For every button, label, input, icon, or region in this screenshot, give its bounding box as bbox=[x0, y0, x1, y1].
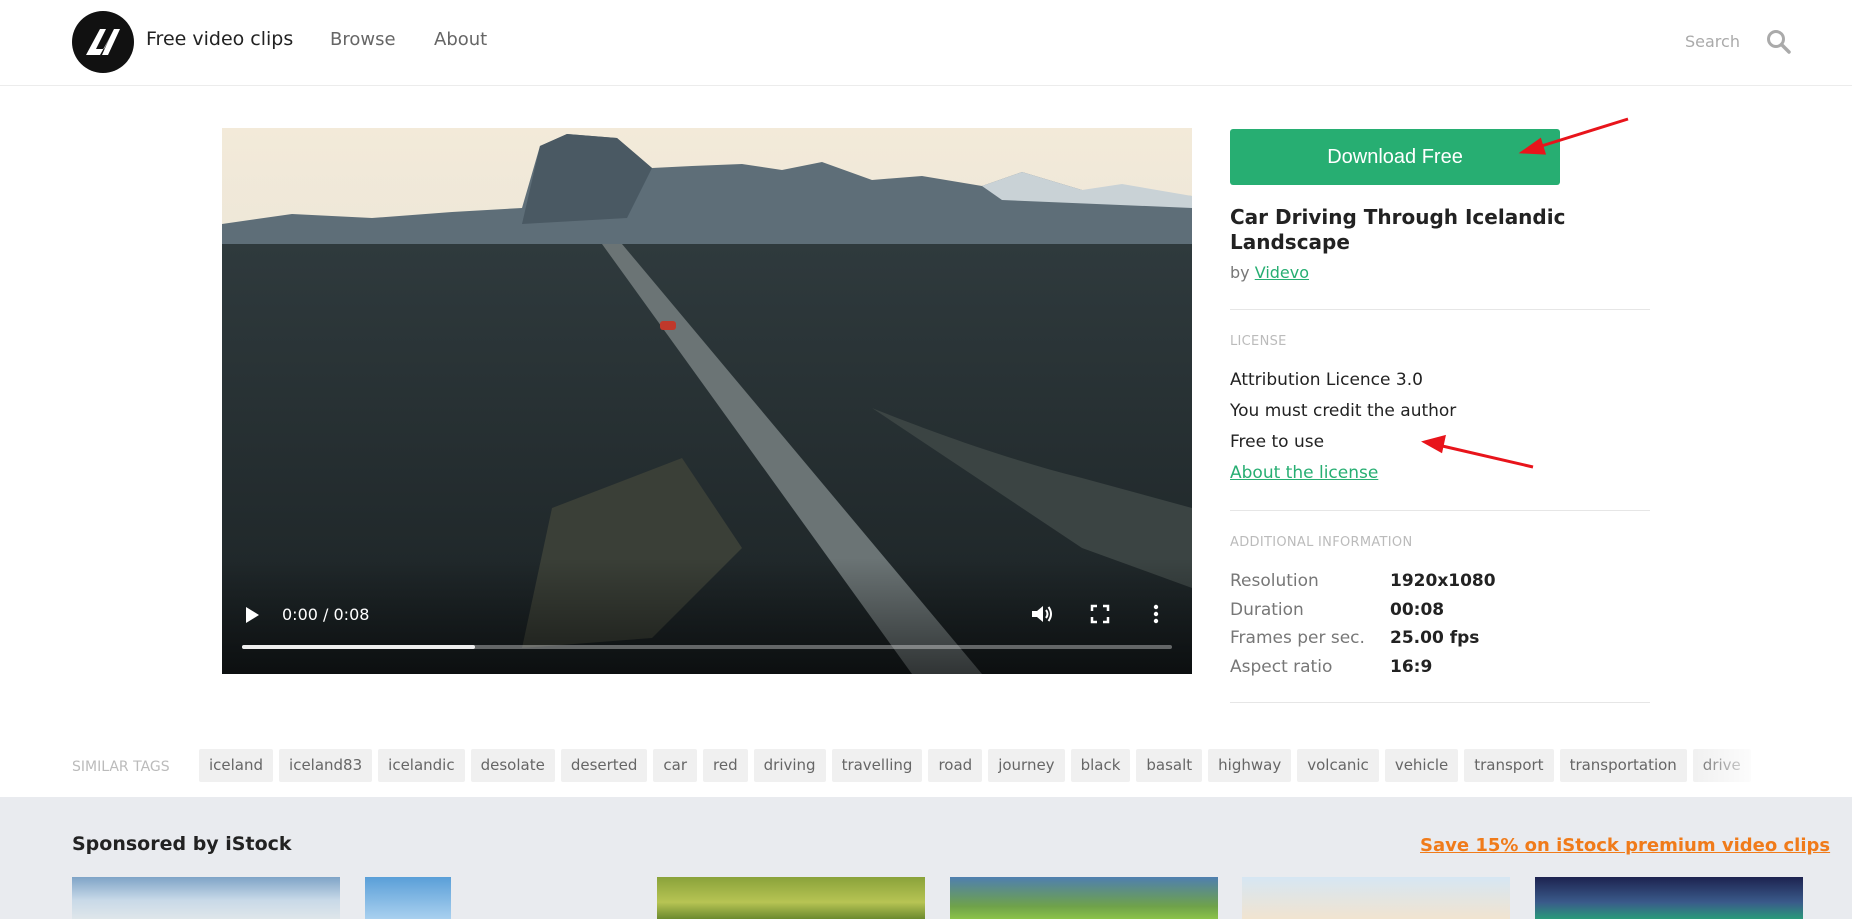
tag[interactable]: icelandic bbox=[378, 749, 465, 782]
sponsored-title: Sponsored by iStock bbox=[72, 833, 292, 855]
tag[interactable]: black bbox=[1070, 749, 1131, 782]
divider bbox=[1230, 510, 1650, 511]
author-link[interactable]: Videvo bbox=[1255, 263, 1309, 282]
license-line: Free to use bbox=[1230, 432, 1325, 452]
playback-time: 0:00 / 0:08 bbox=[282, 605, 370, 624]
tag[interactable]: vehicle bbox=[1384, 749, 1459, 782]
tag[interactable]: desolate bbox=[470, 749, 555, 782]
tag[interactable]: iceland83 bbox=[279, 749, 373, 782]
fullscreen-icon[interactable] bbox=[1090, 604, 1110, 624]
search-icon[interactable] bbox=[1766, 29, 1792, 55]
tag[interactable]: transportation bbox=[1559, 749, 1687, 782]
additional-info-heading: ADDITIONAL INFORMATION bbox=[1230, 535, 1413, 550]
license-line: You must credit the author bbox=[1230, 401, 1457, 421]
sponsored-thumbnail[interactable] bbox=[657, 877, 925, 919]
duration-value: 00:08 bbox=[1390, 600, 1445, 620]
fps-value: 25.00 fps bbox=[1390, 628, 1480, 648]
sponsored-thumbnail[interactable] bbox=[365, 877, 451, 919]
byline-prefix: by bbox=[1230, 263, 1250, 282]
more-options-icon[interactable] bbox=[1152, 604, 1160, 624]
logo-mark-icon bbox=[86, 29, 120, 55]
divider bbox=[1230, 309, 1650, 310]
istock-offer-link[interactable]: Save 15% on iStock premium video clips bbox=[1420, 835, 1830, 856]
clip-title: Car Driving Through Icelandic Landscape bbox=[1230, 205, 1566, 254]
tag-list-fade bbox=[1690, 745, 1800, 787]
brand-link[interactable]: Free video clips bbox=[146, 28, 293, 50]
similar-tags-label: SIMILAR TAGS bbox=[72, 759, 170, 775]
byline: by Videvo bbox=[1230, 263, 1309, 282]
search-input[interactable]: Search bbox=[1685, 32, 1740, 51]
volume-icon[interactable] bbox=[1030, 603, 1054, 625]
tag[interactable]: highway bbox=[1208, 749, 1292, 782]
aspect-ratio-value: 16:9 bbox=[1390, 657, 1433, 677]
arrow-to-license bbox=[1421, 434, 1534, 469]
tag[interactable]: deserted bbox=[560, 749, 648, 782]
tag[interactable]: basalt bbox=[1136, 749, 1203, 782]
sponsored-thumbnail[interactable] bbox=[1242, 877, 1510, 919]
video-player[interactable]: 0:00 / 0:08 bbox=[222, 128, 1192, 674]
divider bbox=[1230, 702, 1650, 703]
progress-fill bbox=[242, 645, 475, 649]
sponsored-section: Sponsored by iStock Save 15% on iStock p… bbox=[0, 797, 1852, 919]
tag[interactable]: transport bbox=[1464, 749, 1554, 782]
sponsored-thumbnail[interactable] bbox=[72, 877, 340, 919]
nav-about[interactable]: About bbox=[434, 29, 487, 50]
aspect-ratio-label: Aspect ratio bbox=[1230, 657, 1333, 677]
resolution-value: 1920x1080 bbox=[1390, 571, 1496, 591]
logo[interactable] bbox=[72, 11, 134, 73]
duration-label: Duration bbox=[1230, 600, 1304, 620]
tag[interactable]: car bbox=[653, 749, 698, 782]
tag-list: iceland iceland83 icelandic desolate deserte… bbox=[199, 749, 1789, 783]
video-frame bbox=[222, 128, 1192, 674]
site-header: Free video clips Browse About Search bbox=[0, 0, 1852, 86]
tag[interactable]: journey bbox=[988, 749, 1065, 782]
license-line: Attribution Licence 3.0 bbox=[1230, 370, 1423, 390]
nav-browse[interactable]: Browse bbox=[330, 29, 396, 50]
sponsored-thumbnail[interactable] bbox=[950, 877, 1218, 919]
download-button[interactable]: Download Free bbox=[1230, 129, 1560, 185]
tag[interactable]: travelling bbox=[831, 749, 923, 782]
tag[interactable]: driving bbox=[753, 749, 826, 782]
tag[interactable]: red bbox=[703, 749, 748, 782]
fps-label: Frames per sec. bbox=[1230, 628, 1365, 648]
license-heading: LICENSE bbox=[1230, 334, 1287, 349]
sponsored-thumbnail[interactable] bbox=[1535, 877, 1803, 919]
resolution-label: Resolution bbox=[1230, 571, 1319, 591]
tag[interactable]: iceland bbox=[199, 749, 274, 782]
about-license-link[interactable]: About the license bbox=[1230, 463, 1378, 483]
tag[interactable]: volcanic bbox=[1297, 749, 1379, 782]
tag[interactable]: road bbox=[928, 749, 983, 782]
progress-bar[interactable] bbox=[242, 645, 1172, 649]
play-icon[interactable] bbox=[244, 606, 260, 624]
